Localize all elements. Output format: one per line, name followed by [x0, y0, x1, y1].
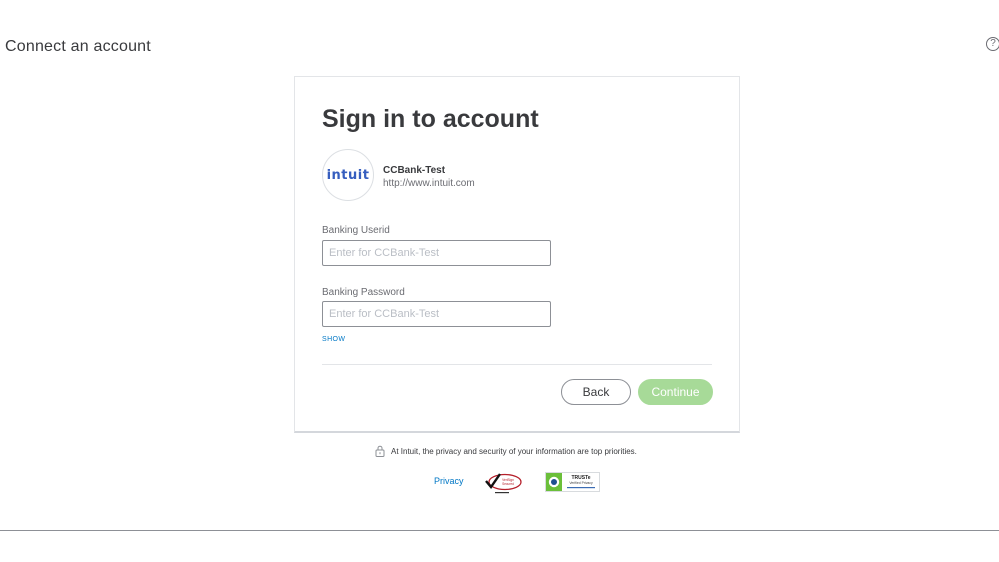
continue-button[interactable]: Continue [638, 379, 713, 405]
truste-verified-privacy-seal[interactable]: TRUSTe Verified Privacy [545, 472, 600, 497]
userid-label: Banking Userid [322, 225, 390, 236]
seal1-line2: Secured [502, 482, 514, 486]
back-button[interactable]: Back [561, 379, 631, 405]
show-password-link[interactable]: SHOW [322, 336, 345, 343]
password-label: Banking Password [322, 287, 405, 298]
privacy-link[interactable]: Privacy [434, 476, 464, 486]
userid-input[interactable] [322, 240, 551, 266]
sign-in-card: Sign in to account intuit CCBank-Test ht… [294, 76, 740, 433]
privacy-text: At Intuit, the privacy and security of y… [391, 446, 637, 456]
lock-icon [375, 445, 385, 457]
intuit-logo: intuit [326, 167, 370, 183]
page-title: Connect an account [5, 38, 151, 55]
verisign-secured-seal[interactable]: VeriSign Secured [483, 472, 523, 499]
password-input[interactable] [322, 301, 551, 327]
bank-name: CCBank-Test [383, 165, 446, 176]
card-divider [322, 364, 712, 365]
seal2-line2: Verified Privacy [569, 481, 593, 485]
bottom-divider [0, 530, 999, 531]
sign-in-title: Sign in to account [322, 105, 539, 133]
privacy-statement: At Intuit, the privacy and security of y… [375, 445, 637, 457]
help-icon[interactable]: ? [986, 37, 999, 51]
bank-logo: intuit [322, 149, 374, 201]
bank-url: http://www.intuit.com [383, 178, 475, 189]
